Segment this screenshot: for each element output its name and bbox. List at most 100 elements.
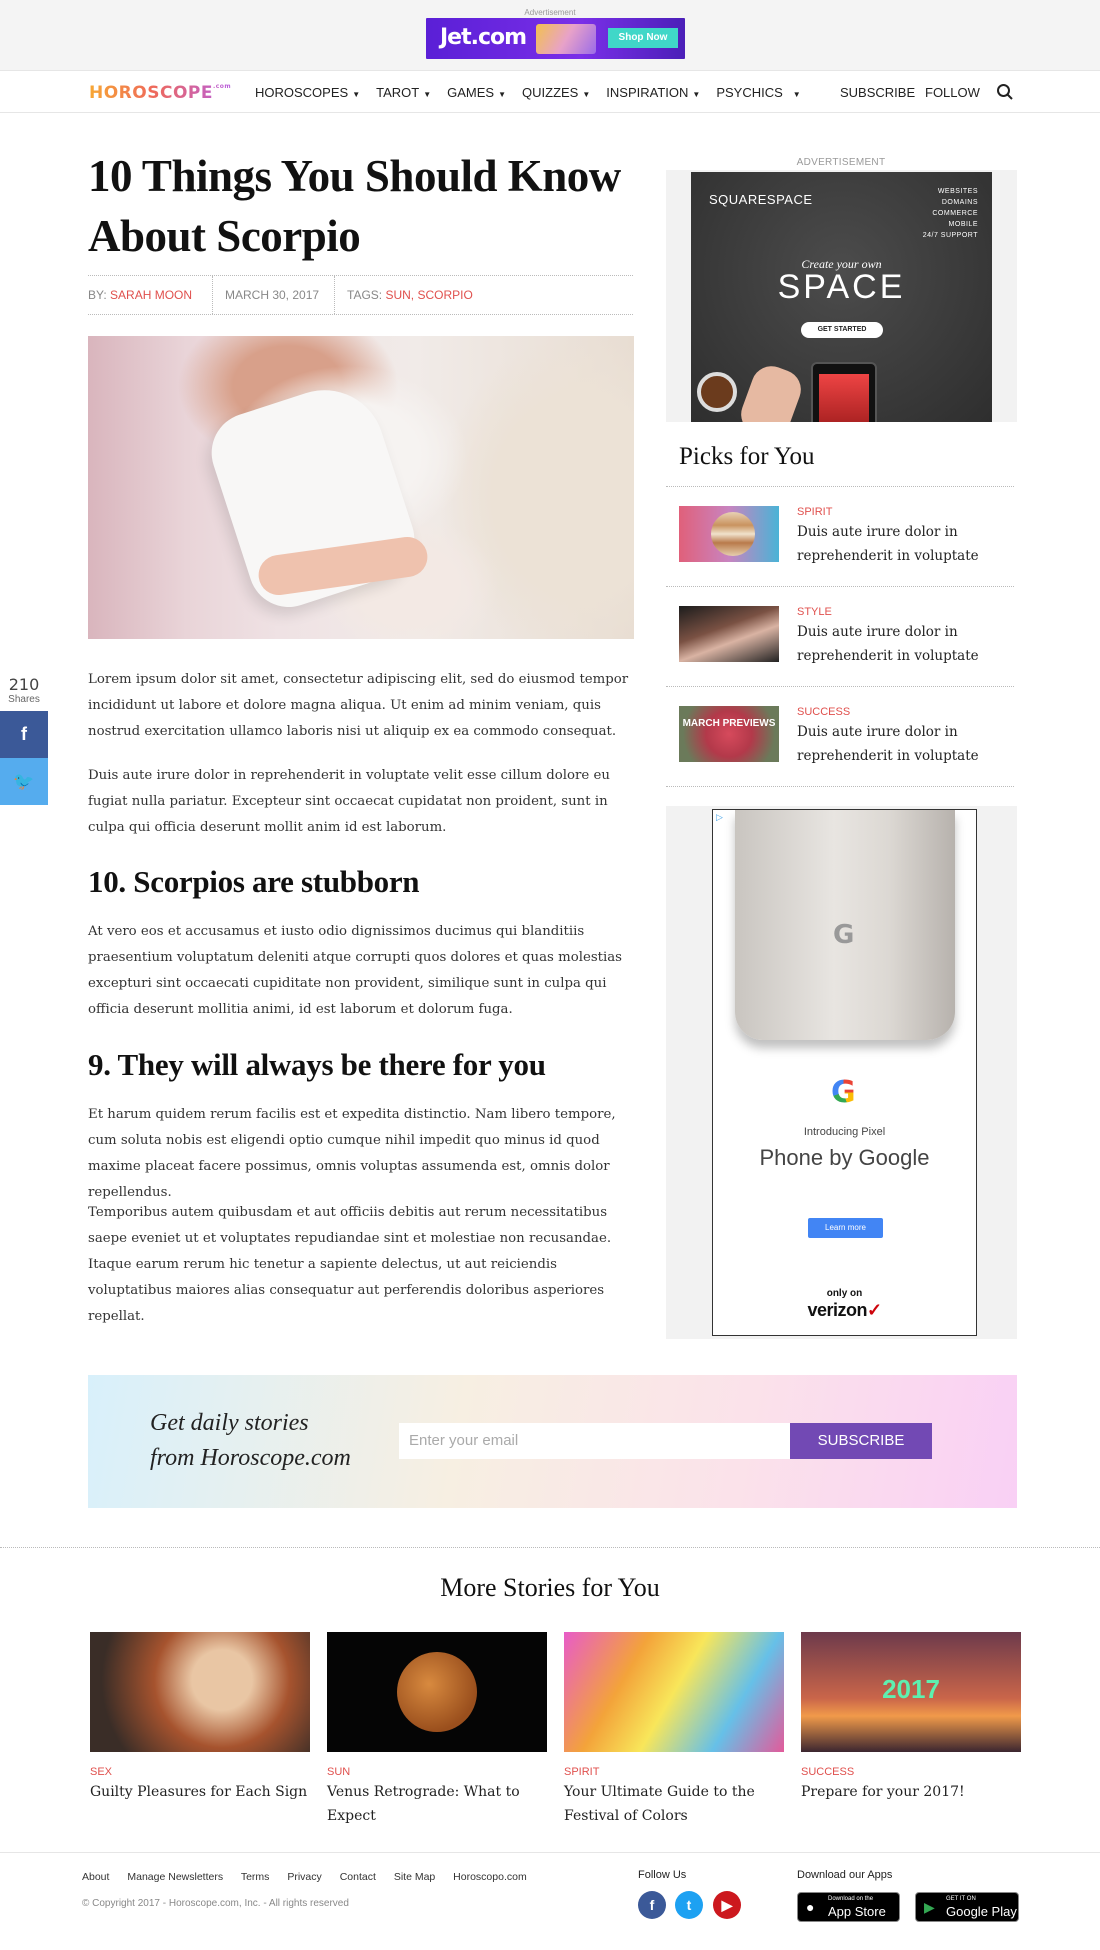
story-title[interactable]: Your Ultimate Guide to the Festival of C…: [564, 1780, 784, 1828]
youtube-icon[interactable]: ▶: [713, 1891, 741, 1919]
story-title[interactable]: Guilty Pleasures for Each Sign: [90, 1780, 310, 1804]
squarespace-ad[interactable]: SQUARESPACE WEBSITES DOMAINS COMMERCE MO…: [691, 172, 992, 422]
badge-text: Google Play: [946, 1904, 1017, 1919]
footer-link-sitemap[interactable]: Site Map: [394, 1871, 435, 1883]
email-input[interactable]: Enter your email: [399, 1423, 793, 1459]
squarespace-headline: SPACE: [777, 268, 906, 306]
pick-title[interactable]: Duis aute irure dolor in reprehenderit i…: [797, 720, 1012, 768]
get-started-button[interactable]: GET STARTED: [801, 322, 883, 338]
story-category[interactable]: SUN: [327, 1766, 547, 1778]
pick-category[interactable]: SUCCESS: [797, 706, 850, 718]
jet-boxes-image: [536, 24, 596, 54]
feature-item: 24/7 SUPPORT: [922, 232, 978, 239]
pick-category[interactable]: STYLE: [797, 606, 832, 618]
feature-item: DOMAINS: [941, 199, 978, 206]
app-store-badge[interactable]: ● Download on the App Store: [797, 1892, 900, 1922]
story-image-text: 2017: [882, 1674, 940, 1704]
more-stories-title: More Stories for You: [440, 1573, 660, 1602]
pick-thumbnail: [679, 606, 779, 662]
hero-image: [88, 336, 634, 639]
footer-link-about[interactable]: About: [82, 1871, 109, 1883]
pick-thumbnail: MARCH PREVIEWS: [679, 706, 779, 762]
facebook-share-button[interactable]: f: [0, 711, 48, 758]
article-meta: BY: SARAH MOON MARCH 30, 2017 TAGS: SUN,…: [88, 275, 633, 315]
pick-item[interactable]: SPIRIT Duis aute irure dolor in reprehen…: [679, 506, 1015, 586]
story-card[interactable]: SUN Venus Retrograde: What to Expect: [327, 1632, 547, 1828]
article-title: 10 Things You Should Know About Scorpio: [88, 151, 621, 261]
footer-links: About Manage Newsletters Terms Privacy C…: [82, 1871, 542, 1883]
facebook-icon[interactable]: f: [638, 1891, 666, 1919]
nav-item-games[interactable]: GAMES ▼: [447, 85, 506, 100]
story-title[interactable]: Prepare for your 2017!: [801, 1780, 1021, 1804]
twitter-share-button[interactable]: 🐦: [0, 758, 48, 805]
pick-category[interactable]: SPIRIT: [797, 506, 832, 518]
nav-item-quizzes[interactable]: QUIZZES ▼: [522, 85, 590, 100]
caret-down-icon: ▼: [498, 90, 507, 99]
story-card[interactable]: SPIRIT Your Ultimate Guide to the Festiv…: [564, 1632, 784, 1828]
footer-link-newsletters[interactable]: Manage Newsletters: [127, 1871, 223, 1883]
caret-down-icon: ▼: [792, 90, 801, 99]
logo-text: HOROSCOPE: [89, 83, 213, 103]
shop-now-button[interactable]: Shop Now: [608, 28, 678, 48]
nav-item-inspiration[interactable]: INSPIRATION ▼: [606, 85, 700, 100]
story-category[interactable]: SUCCESS: [801, 1766, 1021, 1778]
footer-link-privacy[interactable]: Privacy: [287, 1871, 321, 1883]
divider: [666, 686, 1014, 687]
pick-title[interactable]: Duis aute irure dolor in reprehenderit i…: [797, 520, 1012, 568]
article-paragraph: Duis aute irure dolor in reprehenderit i…: [88, 768, 610, 835]
phone-image: [811, 362, 877, 422]
nav-item-horoscopes[interactable]: HOROSCOPES ▼: [255, 85, 360, 100]
nav-subscribe-link[interactable]: SUBSCRIBE: [840, 85, 915, 100]
nav-item-label: QUIZZES: [522, 85, 579, 100]
badge-small-text: GET IT ON: [946, 1896, 976, 1902]
site-logo[interactable]: HOROSCOPE.com: [89, 83, 231, 103]
slogan-line: Get daily stories: [150, 1410, 309, 1436]
pick-item[interactable]: MARCH PREVIEWS SUCCESS Duis aute irure d…: [679, 706, 1015, 786]
google-play-badge[interactable]: ▶ GET IT ON Google Play: [915, 1892, 1019, 1922]
by-label: BY:: [88, 288, 107, 302]
nav-item-label: PSYCHICS: [716, 85, 783, 100]
jet-logo: Jet.com: [440, 25, 527, 50]
subscribe-button[interactable]: SUBSCRIBE: [790, 1423, 932, 1459]
planet-image: [397, 1652, 477, 1732]
pixel-intro: Introducing Pixel: [803, 1126, 886, 1138]
pick-title[interactable]: Duis aute irure dolor in reprehenderit i…: [797, 620, 1012, 668]
story-category[interactable]: SPIRIT: [564, 1766, 784, 1778]
caret-down-icon: ▼: [582, 90, 591, 99]
footer-link-contact[interactable]: Contact: [340, 1871, 376, 1883]
pixel-headline: Phone by Google: [759, 1145, 930, 1170]
twitter-icon: 🐦: [13, 772, 35, 791]
carrier-name: verizon: [807, 1300, 867, 1320]
story-image: 2017: [801, 1632, 1021, 1752]
main-nav: HOROSCOPE.com HOROSCOPES ▼ TAROT ▼ GAMES ▼ …: [0, 70, 1100, 113]
footer-link-horoscopo[interactable]: Horoscopo.com: [453, 1871, 527, 1883]
story-card[interactable]: SEX Guilty Pleasures for Each Sign: [90, 1632, 310, 1804]
caret-down-icon: ▼: [423, 90, 432, 99]
twitter-icon[interactable]: t: [675, 1891, 703, 1919]
nav-item-label: INSPIRATION: [606, 85, 689, 100]
byline: BY: SARAH MOON: [88, 276, 192, 314]
search-icon[interactable]: [996, 83, 1014, 101]
story-card[interactable]: 2017 SUCCESS Prepare for your 2017!: [801, 1632, 1021, 1804]
story-category[interactable]: SEX: [90, 1766, 310, 1778]
badge-text: App Store: [828, 1904, 886, 1919]
ad-label: Advertisement: [524, 8, 576, 17]
adchoices-icon[interactable]: ▷: [716, 812, 723, 823]
tag-links[interactable]: SUN, SCORPIO: [385, 288, 472, 302]
divider: [666, 586, 1014, 587]
footer-link-terms[interactable]: Terms: [241, 1871, 270, 1883]
share-count: 210: [8, 675, 40, 694]
pick-item[interactable]: STYLE Duis aute irure dolor in reprehend…: [679, 606, 1015, 686]
picks-title: Picks for You: [679, 443, 815, 470]
author-link[interactable]: SARAH MOON: [110, 288, 192, 302]
google-pixel-ad[interactable]: ▷ G G Introducing Pixel Phone by Google …: [712, 809, 977, 1336]
divider: [0, 1547, 1100, 1548]
logo-suffix: .com: [212, 83, 232, 90]
story-image: [90, 1632, 310, 1752]
learn-more-button[interactable]: Learn more: [808, 1218, 883, 1238]
jet-ad-banner[interactable]: Jet.com Shop Now: [426, 18, 685, 59]
nav-follow-link[interactable]: FOLLOW: [925, 85, 980, 100]
story-title[interactable]: Venus Retrograde: What to Expect: [327, 1780, 547, 1828]
nav-item-psychics[interactable]: PSYCHICS ▼: [716, 85, 800, 100]
nav-item-tarot[interactable]: TAROT ▼: [376, 85, 431, 100]
